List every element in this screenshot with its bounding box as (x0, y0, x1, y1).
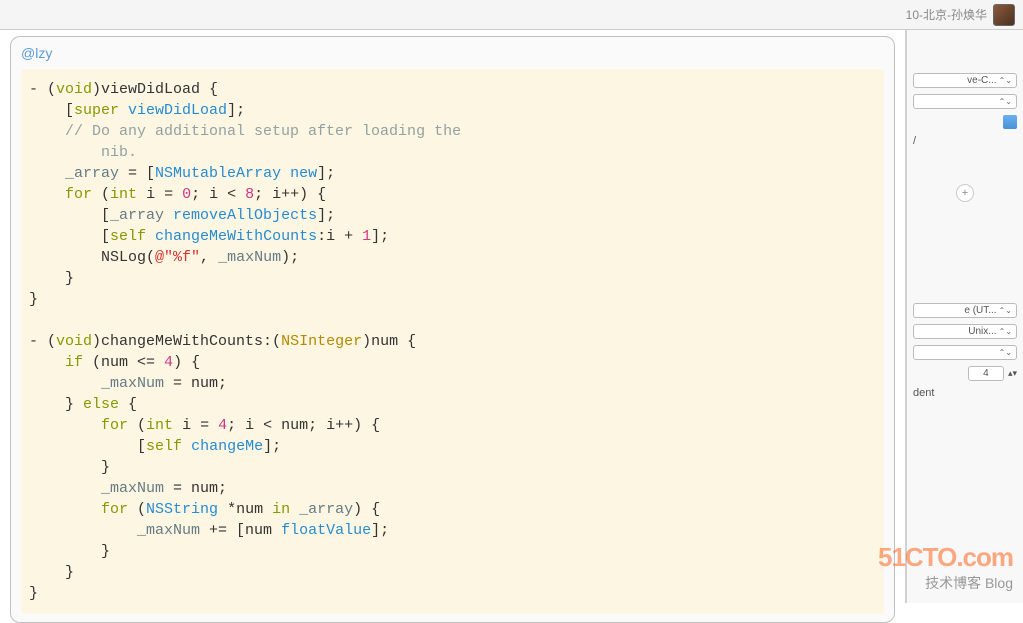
lineending-select[interactable]: Unix... (913, 324, 1017, 339)
encoding-select[interactable]: e (UT... (913, 303, 1017, 318)
inspector-panel: ve-C... / + e (UT... Unix... 4▴▾ dent (906, 30, 1023, 603)
dent-label: dent (913, 387, 934, 399)
chat-header: 10-北京-孙焕华 (0, 0, 1023, 30)
user-label: 10-北京-孙焕华 (906, 6, 987, 23)
path-text: / (913, 135, 916, 147)
folder-icon[interactable] (1003, 115, 1017, 129)
chat-panel: @lzy - (void)viewDidLoad { [super viewDi… (0, 30, 906, 603)
select-blank[interactable] (913, 345, 1017, 360)
select-2[interactable] (913, 94, 1017, 109)
code-block: - (void)viewDidLoad { [super viewDidLoad… (21, 69, 884, 614)
filetype-select[interactable]: ve-C... (913, 73, 1017, 88)
message-bubble: @lzy - (void)viewDidLoad { [super viewDi… (10, 36, 895, 623)
add-button[interactable]: + (956, 184, 974, 202)
avatar[interactable] (993, 4, 1015, 26)
indent-stepper[interactable]: 4 (968, 366, 1004, 381)
mention[interactable]: @lzy (21, 45, 52, 61)
